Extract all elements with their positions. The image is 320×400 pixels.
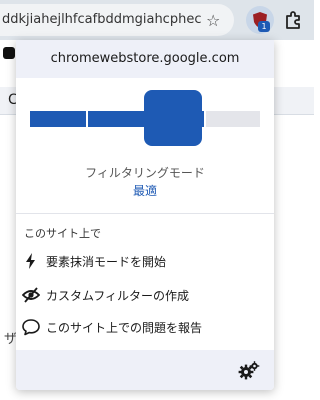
comment-icon xyxy=(22,319,40,336)
action-label: このサイト上での問題を報告 xyxy=(46,321,203,335)
address-bar[interactable]: ddkjiahejlhfcafbddmgiahcphec... ☆ xyxy=(0,4,234,36)
browser-toolbar: ddkjiahejlhfcafbddmgiahcphec... ☆ 1 xyxy=(0,0,314,40)
ublock-extension-button[interactable]: 1 xyxy=(246,6,274,34)
hostname-header: chromewebstore.google.com xyxy=(16,40,274,78)
element-zapper-button[interactable]: 要素抹消モードを開始 xyxy=(20,247,270,275)
slider-knob[interactable] xyxy=(144,90,202,146)
page-logo xyxy=(3,47,15,59)
popup-footer xyxy=(16,350,274,390)
extension-popup: chromewebstore.google.com フィルタリングモード 最適 … xyxy=(16,40,274,390)
filtering-mode-label: フィルタリングモード xyxy=(85,166,205,180)
url-text: ddkjiahejlhfcafbddmgiahcphec... xyxy=(2,12,202,27)
eye-slash-icon xyxy=(22,287,40,303)
action-label: カスタムフィルターの作成 xyxy=(46,289,190,303)
puzzle-icon[interactable] xyxy=(284,10,304,30)
action-label: 要素抹消モードを開始 xyxy=(46,255,167,269)
hostname: chromewebstore.google.com xyxy=(50,51,240,66)
gears-icon[interactable] xyxy=(238,360,260,382)
slider-step-4[interactable] xyxy=(206,111,260,127)
create-custom-filter-button[interactable]: カスタムフィルターの作成 xyxy=(20,281,270,309)
filtering-mode-slider[interactable] xyxy=(30,88,260,148)
filtering-mode-value: 最適 xyxy=(132,184,157,198)
bookmark-star-icon[interactable]: ☆ xyxy=(206,11,220,30)
report-issue-button[interactable]: このサイト上での問題を報告 xyxy=(20,313,270,341)
extension-badge: 1 xyxy=(258,21,270,32)
slider-step-2[interactable] xyxy=(88,111,144,127)
divider xyxy=(16,213,274,214)
section-title: このサイト上で xyxy=(24,227,101,240)
slider-step-1[interactable] xyxy=(30,111,86,127)
lightning-icon xyxy=(26,253,35,269)
